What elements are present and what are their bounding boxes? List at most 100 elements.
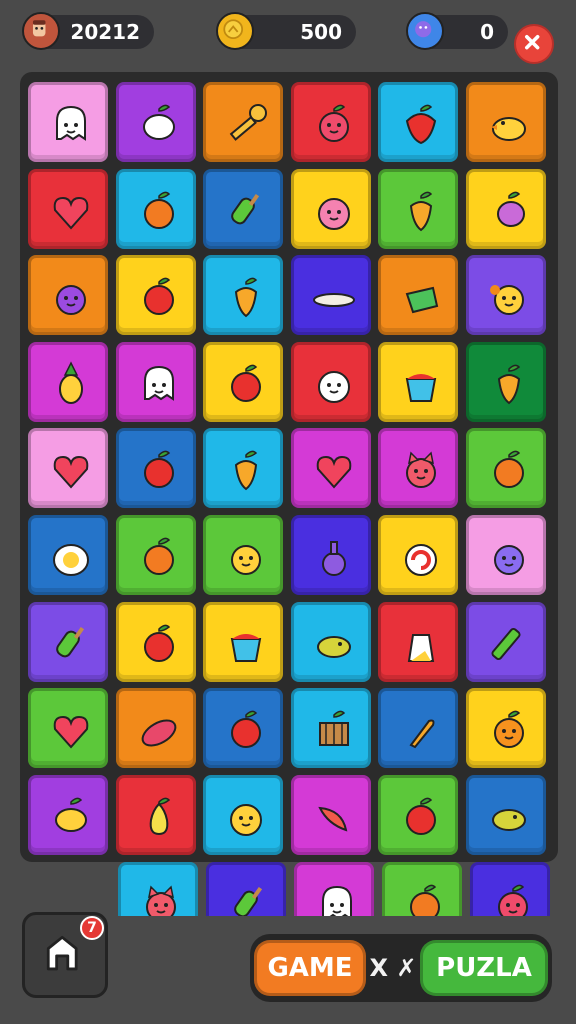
pen-icon [491,627,521,660]
heart-icon [53,456,89,489]
game-board [20,72,558,862]
tile-r8-c4[interactable] [290,688,371,769]
ghost-icon [322,885,352,916]
tile-r5-c4[interactable] [290,428,371,509]
tile-r3-c2[interactable] [115,255,196,336]
tile-r4-c1[interactable] [28,341,108,422]
tile-r3-c1[interactable] [28,255,108,336]
tile-r2-c6[interactable] [466,168,546,249]
tile-r8-c1[interactable] [28,688,108,769]
incoming-tile-5[interactable] [470,862,550,916]
gem-value: 0 [480,20,494,44]
tile-r2-c3[interactable] [203,168,284,249]
tile-r6-c5[interactable] [378,515,459,595]
tile-r7-c1[interactable] [28,601,108,682]
tile-r2-c2[interactable] [115,168,196,249]
tile-r1-c5[interactable] [378,82,459,162]
score-value: 20212 [70,20,140,44]
tile-r6-c1[interactable] [28,515,108,595]
sweet-potato-icon [141,719,176,747]
tile-r4-c4[interactable] [290,341,371,422]
ghost-icon [56,105,86,141]
tile-r7-c2[interactable] [115,601,196,682]
tile-r1-c2[interactable] [115,82,196,162]
bird-icon [492,808,526,831]
pineapple-icon [59,361,83,404]
popsicle-icon [234,886,263,916]
lemon-icon [55,797,87,832]
tile-r5-c1[interactable] [28,428,108,509]
apple-icon [231,364,262,402]
mango-icon [235,277,258,318]
pear-icon [149,797,170,835]
tile-r6-c4[interactable] [290,515,371,595]
peach-face-icon [317,197,350,230]
tile-r8-c3[interactable] [203,688,284,769]
smiley-icon [230,803,263,836]
tile-r2-c5[interactable] [378,168,459,249]
tile-r7-c6[interactable] [466,601,546,682]
tile-r3-c4[interactable] [290,255,371,336]
tile-r1-c6[interactable] [466,82,546,162]
spoon-icon [312,293,355,308]
carrot-icon [409,719,435,749]
cat-face-icon [406,451,437,489]
tile-r5-c6[interactable] [466,428,546,509]
tile-r1-c1[interactable] [28,82,108,162]
orange-icon [494,451,524,489]
puzzle-button[interactable]: PUZLA [420,940,548,996]
strawberry-icon [406,104,437,145]
incoming-tile-4[interactable] [382,862,462,916]
orange-icon [410,884,440,916]
tile-r4-c6[interactable] [466,341,546,422]
tile-r3-c5[interactable] [378,255,459,336]
tile-r3-c6[interactable] [466,255,546,336]
popsicle-icon [56,626,85,657]
close-button[interactable] [514,24,554,64]
game-button[interactable]: GAME [254,940,366,996]
tile-r8-c2[interactable] [115,688,196,769]
tile-r1-c3[interactable] [203,82,284,162]
tile-r7-c5[interactable] [378,601,459,682]
tile-r8-c5[interactable] [378,688,459,769]
incoming-tile-row [114,862,554,916]
tile-r2-c4[interactable] [290,168,371,249]
tile-r4-c5[interactable] [378,341,459,422]
incoming-tile-3[interactable] [294,862,374,916]
tile-r9-c1[interactable] [28,774,108,855]
tile-r2-c1[interactable] [28,168,108,249]
avatar-icon[interactable] [22,12,60,50]
tile-r4-c2[interactable] [115,341,196,422]
apple-face-icon [318,104,349,142]
tile-r5-c3[interactable] [203,428,284,509]
tile-r6-c2[interactable] [115,515,196,595]
versus-label: X ✗ [369,954,417,982]
tile-r9-c6[interactable] [466,774,546,855]
incoming-tile-2[interactable] [206,862,286,916]
tile-r9-c3[interactable] [203,774,284,855]
plum-icon [497,191,525,227]
orange-icon [143,191,174,229]
tile-r9-c4[interactable] [290,774,371,855]
heart-icon [53,716,89,749]
apple-icon [406,797,437,835]
tile-r5-c2[interactable] [115,428,196,509]
tile-r5-c5[interactable] [378,428,459,509]
cabbage-icon [406,286,439,314]
incoming-tile-1[interactable] [118,862,198,916]
tile-r3-c3[interactable] [203,255,284,336]
tile-r7-c4[interactable] [290,601,371,682]
popsicle-icon [231,193,260,224]
tile-r8-c6[interactable] [466,688,546,769]
mango-icon [410,191,433,231]
tile-r7-c3[interactable] [203,601,284,682]
apple-icon [143,624,174,662]
tile-r9-c5[interactable] [378,774,459,855]
tile-r6-c3[interactable] [203,515,284,595]
turnip-icon [142,104,175,140]
plum-face-icon [56,285,86,316]
tile-r4-c3[interactable] [203,341,284,422]
tile-r9-c2[interactable] [115,774,196,855]
tile-r6-c6[interactable] [466,515,546,595]
tile-r1-c4[interactable] [290,82,371,162]
